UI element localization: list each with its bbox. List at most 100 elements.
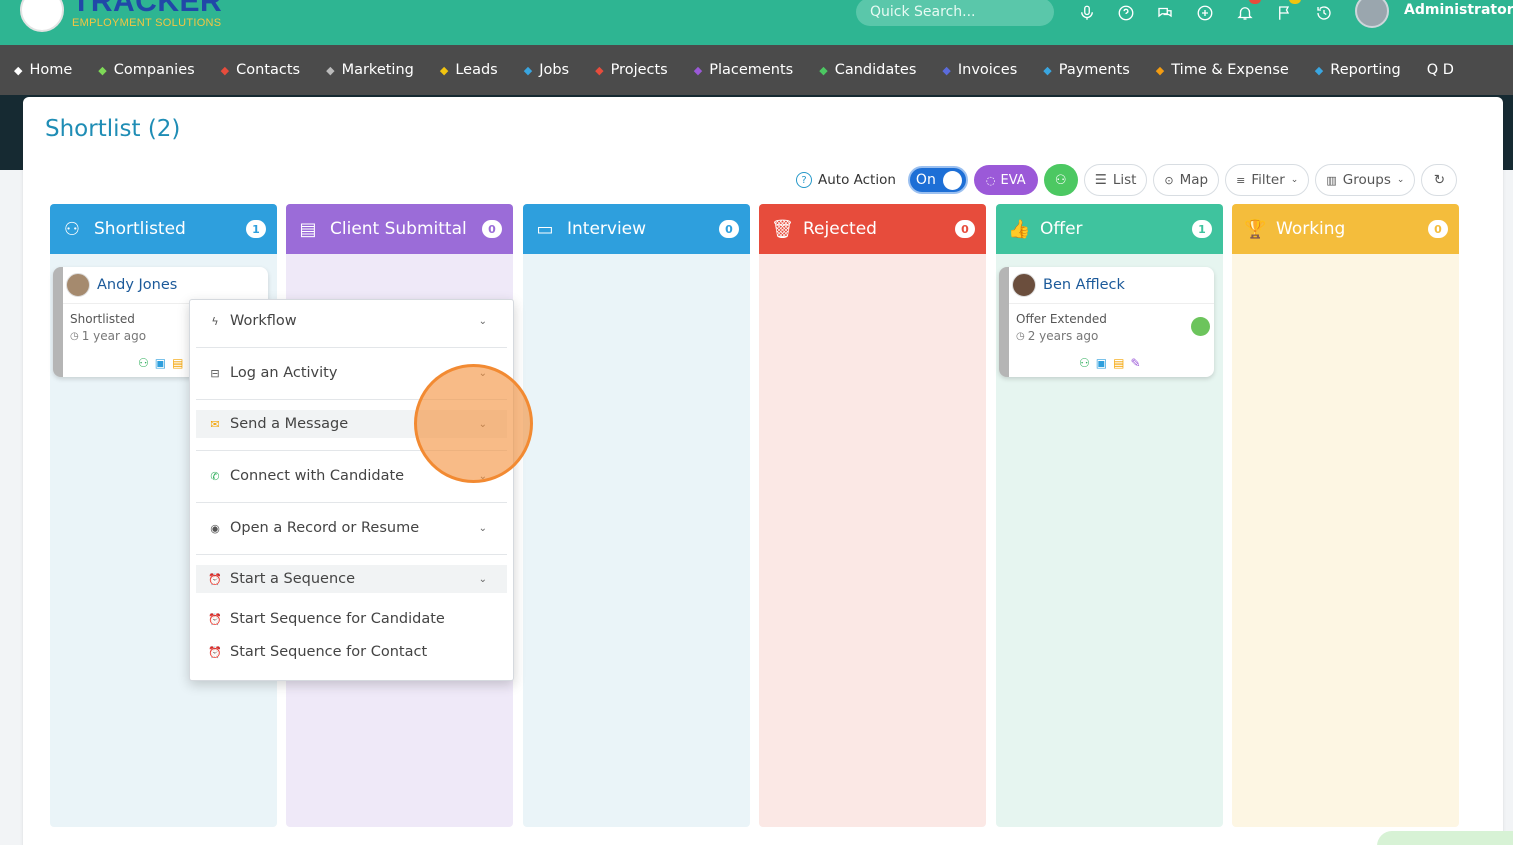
- history-icon[interactable]: [1313, 2, 1335, 24]
- user-icon[interactable]: ⚇: [138, 356, 149, 370]
- alarm-icon: ⏰: [208, 572, 222, 586]
- refresh-button[interactable]: ↻: [1421, 164, 1458, 196]
- candidate-avatar: [1012, 273, 1036, 297]
- column-title: Offer: [1040, 219, 1083, 239]
- candidate-avatar: [66, 273, 90, 297]
- quick-search-input[interactable]: [856, 0, 1054, 26]
- board-toolbar: ? Auto Action On ◌ EVA ⚇ ☰ List ⊙ Map ≡ Fil…: [796, 164, 1458, 196]
- filter-button[interactable]: ≡ Filter ⌄: [1225, 164, 1310, 196]
- nav-item-placements[interactable]: ◆ Placements: [694, 62, 794, 78]
- map-pin-icon: ⊙: [1164, 173, 1174, 187]
- eva-button[interactable]: ◌ EVA: [973, 165, 1038, 195]
- nav-item-projects[interactable]: ◆ Projects: [595, 62, 668, 78]
- chevron-down-icon[interactable]: ⌄: [479, 316, 487, 327]
- auto-action-label: ? Auto Action: [796, 172, 896, 188]
- chat-widget[interactable]: [1377, 831, 1513, 845]
- nav-item-jobs[interactable]: ◆ Jobs: [524, 62, 569, 78]
- column-count-badge: 0: [1428, 220, 1448, 238]
- candidate-view-button[interactable]: ⚇: [1043, 164, 1078, 196]
- briefcase-icon[interactable]: ▣: [1096, 356, 1107, 370]
- notification-badge: [1249, 0, 1261, 4]
- bar-chart-icon: ◆: [1314, 63, 1324, 77]
- column-title: Shortlisted: [94, 219, 186, 239]
- chevron-down-icon[interactable]: ⌄: [479, 523, 487, 534]
- alarm-icon: ⏰: [208, 612, 222, 626]
- bell-icon[interactable]: [1234, 0, 1261, 24]
- nav-item-time-expense[interactable]: ◆ Time & Expense: [1156, 62, 1289, 78]
- diamond-icon: ◆: [439, 63, 449, 77]
- home-icon: ◆: [14, 63, 23, 77]
- nav-item-candidates[interactable]: ◆ Candidates: [819, 62, 916, 78]
- nav-item-marketing[interactable]: ◆ Marketing: [326, 62, 414, 78]
- menu-item-workflow[interactable]: ϟ Workflow ⌄: [196, 307, 507, 335]
- alarm-icon: ⏰: [208, 645, 222, 659]
- nav-item-companies[interactable]: ◆ Companies: [98, 62, 194, 78]
- briefcase-icon[interactable]: ▣: [155, 356, 166, 370]
- add-circle-icon[interactable]: [1194, 2, 1216, 24]
- user-name[interactable]: Administrator ▾: [1404, 2, 1513, 18]
- nav-item-invoices[interactable]: ◆ Invoices: [942, 62, 1017, 78]
- column-count-badge: 0: [482, 220, 502, 238]
- column-header[interactable]: 🗑 Rejected 0: [759, 204, 986, 254]
- chevron-down-icon[interactable]: ⌄: [479, 574, 487, 585]
- nav-item-home[interactable]: ◆ Home: [14, 62, 72, 78]
- column-title: Rejected: [803, 219, 877, 239]
- briefcase-icon: ◆: [693, 63, 703, 77]
- company-logo[interactable]: [20, 0, 64, 32]
- nav-item-payments[interactable]: ◆ Payments: [1043, 62, 1130, 78]
- column-header[interactable]: ▤ Client Submittal 0: [286, 204, 513, 254]
- column-working: 🏆 Working 0: [1232, 204, 1459, 827]
- top-header: TRACKER EMPLOYMENT SOLUTIONS 2 Administr…: [0, 0, 1513, 45]
- chevron-down-icon: ⌄: [1396, 175, 1405, 185]
- submenu-item-start-sequence-for-contact[interactable]: ⏰ Start Sequence for Contact: [196, 638, 507, 666]
- column-header[interactable]: 👍 Offer 1: [996, 204, 1223, 254]
- logo-text: TRACKER: [72, 0, 223, 18]
- nav-item-reporting[interactable]: ◆ Reporting: [1315, 62, 1401, 78]
- flag-icon[interactable]: [1274, 0, 1301, 24]
- document-icon: ◆: [942, 63, 951, 77]
- column-title: Working: [1276, 219, 1346, 239]
- trash-icon: 🗑: [771, 218, 794, 240]
- menu-item-open-a-record-or-resume[interactable]: ◉ Open a Record or Resume ⌄: [196, 514, 507, 542]
- coins-icon: ◆: [1043, 63, 1052, 77]
- candidate-status: Offer Extended: [1016, 312, 1107, 326]
- clock-icon: ◷: [70, 330, 79, 342]
- trophy-icon: 🏆: [1244, 218, 1267, 240]
- user-icon[interactable]: ⚇: [1079, 356, 1090, 370]
- suitcase-icon[interactable]: ▤: [1113, 356, 1124, 370]
- menu-item-start-a-sequence[interactable]: ⏰ Start a Sequence ⌄: [196, 565, 507, 593]
- user-icon: ◆: [819, 63, 828, 77]
- candidate-name[interactable]: Andy Jones: [97, 277, 177, 293]
- pin-icon[interactable]: ✎: [1130, 356, 1140, 370]
- column-count-badge: 0: [955, 220, 975, 238]
- microphone-icon[interactable]: [1076, 2, 1098, 24]
- column-header[interactable]: ⚇ Shortlisted 1: [50, 204, 277, 254]
- menu-divider: [196, 554, 507, 555]
- help-icon[interactable]: [1115, 2, 1137, 24]
- suitcase-icon[interactable]: ▤: [172, 356, 183, 370]
- nav-item-contacts[interactable]: ◆ Contacts: [221, 62, 300, 78]
- column-header[interactable]: ▭ Interview 0: [523, 204, 750, 254]
- clock-icon: ◷: [1016, 330, 1025, 342]
- help-icon[interactable]: ?: [796, 172, 812, 188]
- menu-divider: [196, 502, 507, 503]
- auto-action-toggle[interactable]: On: [907, 166, 968, 194]
- column-header[interactable]: 🏆 Working 0: [1232, 204, 1459, 254]
- submenu-item-start-sequence-for-candidate[interactable]: ⏰ Start Sequence for Candidate: [196, 605, 507, 633]
- list-view-button[interactable]: ☰ List: [1083, 164, 1148, 196]
- groups-button[interactable]: ▥ Groups ⌄: [1315, 164, 1416, 196]
- nav-search-icon[interactable]: Q D: [1427, 62, 1454, 78]
- chat-icon[interactable]: [1154, 2, 1176, 24]
- bolt-icon: ϟ: [211, 314, 219, 328]
- column-count-badge: 1: [246, 220, 266, 238]
- map-view-button[interactable]: ⊙ Map: [1153, 164, 1220, 196]
- candidate-card[interactable]: Ben Affleck Offer Extended ◷ 2 years ago …: [999, 267, 1214, 377]
- candidate-name[interactable]: Ben Affleck: [1043, 277, 1125, 293]
- candidate-action-menu: ϟWorkflow⌄⊟Log an Activity⌄✉Send a Messa…: [189, 299, 514, 681]
- logo-subtitle: EMPLOYMENT SOLUTIONS: [72, 17, 222, 29]
- contact-card-icon: ◆: [220, 63, 230, 77]
- main-navigation: ◆ Home ◆ Companies ◆ Contacts ◆ Marketing ◆ Leads…: [0, 45, 1513, 95]
- nav-item-leads[interactable]: ◆ Leads: [440, 62, 498, 78]
- conversation-icon: ▭: [536, 218, 554, 240]
- user-avatar[interactable]: 2: [1355, 0, 1389, 28]
